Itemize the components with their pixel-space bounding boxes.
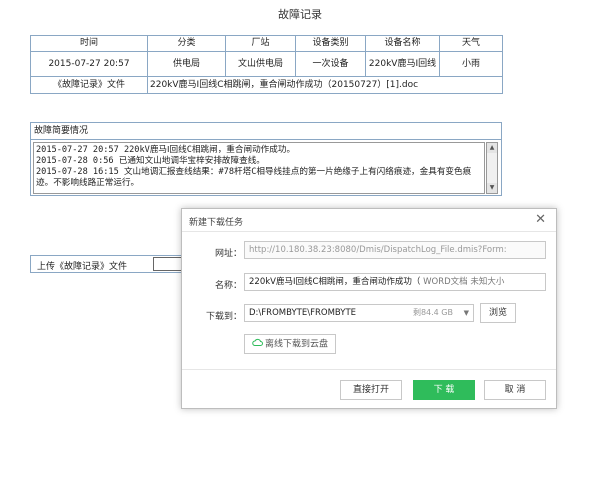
attachment-link-cell: 220kV鹿马Ⅰ回线C相跳闸，重合闸动作成功（20150727）[1].doc [147,76,503,94]
download-dialog: 新建下载任务 ✕ 网址： http://10.180.38.23:8080/Dm… [181,208,557,409]
page-title: 故障记录 [278,8,322,21]
cell-device-type: 一次设备 [295,51,366,77]
scroll-up-icon[interactable]: ▲ [487,143,497,153]
attachment-link[interactable]: 220kV鹿马Ⅰ回线C相跳闸，重合闸动作成功（20150727）[1].doc [150,80,418,90]
summary-title: 故障简要情况 [31,123,501,140]
url-label: 网址： [214,249,242,259]
upload-label: 上传《故障记录》文件 [37,262,128,272]
cancel-button[interactable]: 取 消 [484,380,546,400]
scroll-down-icon[interactable]: ▼ [487,183,497,193]
name-label: 名称： [214,281,242,291]
table-row: 2015-07-27 20:57 供电局 文山供电局 一次设备 220kV鹿马Ⅰ… [30,51,503,77]
upload-row: 上传《故障记录》文件 [30,255,190,273]
header-weather: 天气 [439,35,503,52]
cloud-download-label: 离线下载到云盘 [264,339,328,350]
cloud-icon [252,335,263,353]
save-path-value: D:\FROMBYTE\FROMBYTE [249,308,357,318]
free-space: 剩84.4 GB [412,308,453,317]
header-time: 时间 [30,35,148,52]
save-path-select[interactable]: D:\FROMBYTE\FROMBYTE 剩84.4 GB ▼ [244,304,474,322]
cell-time: 2015-07-27 20:57 [30,51,148,77]
summary-textarea[interactable]: 2015-07-27 20:57 220kV鹿马Ⅰ回线C相跳闸，重合闸动作成功。… [33,142,485,194]
summary-panel: 故障简要情况 2015-07-27 20:57 220kV鹿马Ⅰ回线C相跳闸，重… [30,122,502,196]
url-field[interactable]: http://10.180.38.23:8080/Dmis/DispatchLo… [244,241,546,259]
upload-file-input[interactable] [153,257,183,271]
url-value: http://10.180.38.23:8080/Dmis/DispatchLo… [249,245,507,255]
open-directly-button[interactable]: 直接打开 [340,380,402,400]
close-icon[interactable]: ✕ [535,212,546,227]
header-category: 分类 [147,35,226,52]
header-device-name: 设备名称 [365,35,440,52]
header-device-type: 设备类别 [295,35,366,52]
dialog-footer-divider [182,369,556,370]
fault-record-table: 时间 分类 厂站 设备类别 设备名称 天气 2015-07-27 20:57 供… [30,35,503,94]
filename-field[interactable]: 220kV鹿马Ⅰ回线C相跳闸，重合闸动作成功（ WORD文档 未知大小 [244,273,546,291]
cell-station: 文山供电局 [225,51,296,77]
summary-scrollbar[interactable]: ▲ ▼ [486,142,498,194]
attachment-row: 《故障记录》文件 220kV鹿马Ⅰ回线C相跳闸，重合闸动作成功（20150727… [30,76,503,94]
save-to-label: 下载到： [205,312,242,322]
filename-value: 220kV鹿马Ⅰ回线C相跳闸，重合闸动作成功（ [249,277,421,287]
table-header-row: 时间 分类 厂站 设备类别 设备名称 天气 [30,35,503,52]
browse-button[interactable]: 浏览 [480,303,516,323]
download-button[interactable]: 下 载 [413,380,475,400]
attachment-label: 《故障记录》文件 [30,76,148,94]
cloud-download-button[interactable]: 离线下载到云盘 [244,334,336,354]
dialog-divider [182,231,556,232]
cell-device-name: 220kV鹿马Ⅰ回线 [365,51,440,77]
file-meta: WORD文档 未知大小 [423,277,505,287]
header-station: 厂站 [225,35,296,52]
dialog-title: 新建下载任务 [189,218,244,228]
chevron-down-icon: ▼ [463,309,469,317]
cell-weather: 小雨 [439,51,503,77]
cell-category: 供电局 [147,51,226,77]
